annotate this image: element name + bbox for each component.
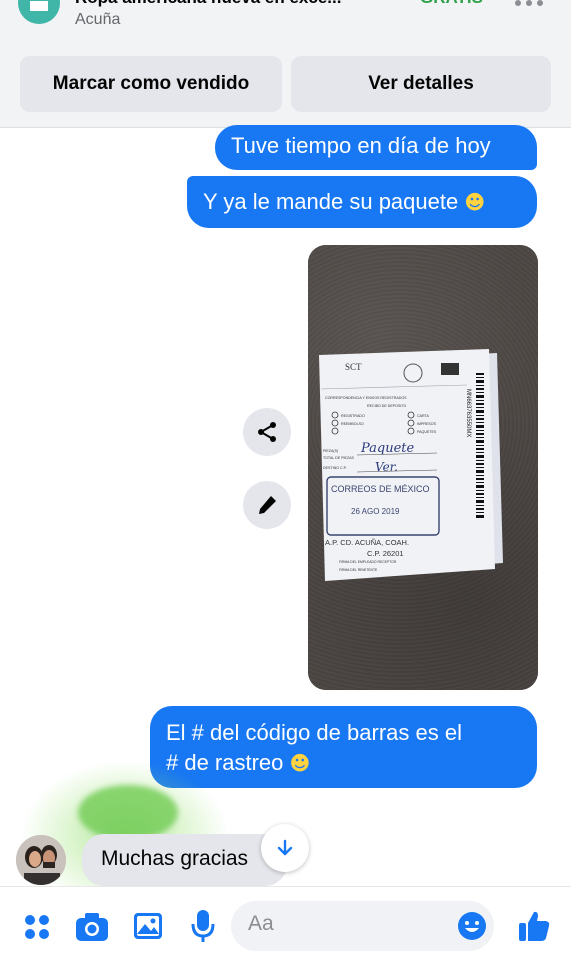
receipt-option: REGISTRADO	[341, 414, 365, 418]
camera-icon[interactable]	[75, 912, 109, 942]
conversation-header: Ropa americana nueva en exce... GRATIS A…	[0, 0, 571, 128]
sent-message[interactable]: Tuve tiempo en día de hoy	[215, 125, 537, 170]
listing-title[interactable]: Ropa americana nueva en exce...	[75, 0, 341, 8]
sent-message[interactable]: El # del código de barras es el # de ras…	[150, 706, 537, 788]
message-text: El # del código de barras es el	[166, 720, 462, 745]
receipt-subheading: RECIBO DE DEPOSITO	[367, 404, 406, 408]
receipt-option: IMPRESOS	[417, 422, 437, 426]
message-text-line: # de rastreo ☻	[166, 748, 521, 778]
edit-button[interactable]	[243, 481, 291, 529]
view-details-button[interactable]: Ver detalles	[291, 56, 551, 112]
received-message[interactable]: Muchas gracias	[82, 834, 287, 886]
smile-emoji-icon: ☻	[464, 190, 486, 214]
four-dots-icon[interactable]	[24, 914, 50, 940]
signature-label: FIRMA DEL REMITENTE	[339, 568, 378, 572]
stamp-date: 26 AGO 2019	[351, 507, 400, 516]
address-text: A.P. CD. ACUÑA, COAH.	[325, 538, 409, 547]
arrow-down-icon	[277, 839, 293, 856]
receipt-label: TOTAL DE PIEZAS	[323, 456, 354, 460]
receipt-option: PAQUETES	[417, 430, 437, 434]
share-icon	[258, 422, 276, 442]
listing-price: GRATIS	[420, 0, 483, 8]
message-input-box[interactable]	[231, 901, 494, 951]
signature-label: FIRMA DEL EMPLEADO RECEPTOR	[339, 560, 397, 564]
thumbs-up-icon[interactable]	[517, 909, 551, 943]
mark-as-sold-button[interactable]: Marcar como vendido	[20, 56, 282, 112]
receipt-label: DESTINO C.P.	[323, 466, 347, 470]
receipt-option: REEMBOLSO	[341, 422, 364, 426]
scroll-to-bottom-button[interactable]	[261, 824, 309, 872]
handwritten-text: Ver.	[375, 460, 398, 474]
emoji-icon[interactable]	[457, 911, 487, 941]
receipt-option: CARTA	[417, 414, 429, 418]
message-text: Y ya le mande su paquete	[203, 189, 459, 214]
message-text: Muchas gracias	[101, 847, 249, 870]
message-text: Tuve tiempo en día de hoy	[231, 133, 491, 158]
marketplace-store-icon[interactable]	[18, 0, 60, 24]
tracking-number: MN663763550MX	[465, 389, 471, 437]
postal-receipt-image: SCT CORRESPONDENCIA Y ENVIOS REGISTRADOS…	[319, 349, 503, 581]
stamp-text: CORREOS DE MÉXICO	[331, 484, 430, 494]
message-composer	[0, 886, 571, 960]
photo-message[interactable]: SCT CORRESPONDENCIA Y ENVIOS REGISTRADOS…	[308, 245, 538, 690]
barcode	[475, 371, 485, 521]
contact-avatar[interactable]	[16, 835, 66, 885]
sent-message[interactable]: Y ya le mande su paquete ☻	[187, 176, 537, 228]
image-icon[interactable]	[133, 912, 163, 940]
listing-location: Acuña	[75, 11, 121, 28]
microphone-icon[interactable]	[190, 909, 216, 943]
receipt-label: PIEZA(S)	[323, 449, 338, 453]
message-input[interactable]	[248, 912, 448, 936]
more-horizontal-icon[interactable]	[514, 0, 544, 12]
address-text: C.P. 26201	[367, 549, 404, 558]
message-text: # de rastreo	[166, 750, 284, 775]
receipt-header: SCT	[345, 362, 362, 372]
smile-emoji-icon: ☻	[289, 751, 311, 775]
edit-pencil-icon	[259, 496, 276, 514]
share-button[interactable]	[243, 408, 291, 456]
receipt-heading: CORRESPONDENCIA Y ENVIOS REGISTRADOS	[325, 396, 407, 400]
green-highlight-spot	[78, 785, 178, 840]
